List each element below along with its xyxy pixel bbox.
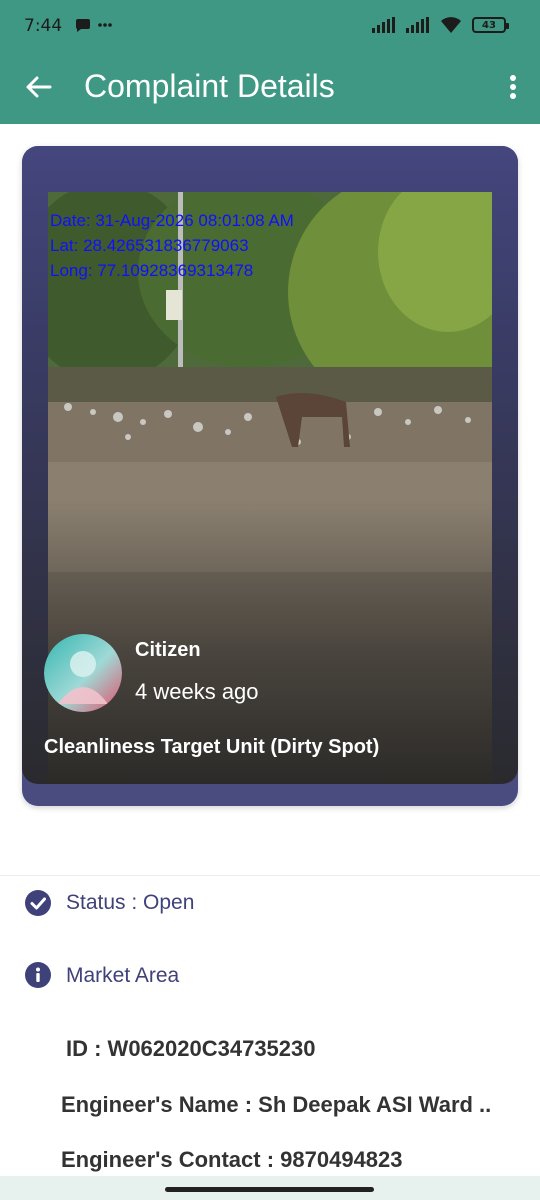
system-icons: 43 [372,16,509,34]
home-gesture-handle[interactable] [165,1187,374,1192]
status-time: 7:44 [24,16,63,36]
user-avatar-icon [44,634,122,712]
notification-icons [74,15,114,40]
avatar [44,634,122,712]
complaint-category: Cleanliness Target Unit (Dirty Spot) [44,736,380,758]
info-icon [24,961,52,989]
check-circle-icon [24,889,52,917]
wifi-icon [441,17,461,33]
app-bar: Complaint Details [0,52,540,124]
photo-date-stamp: Date: 31-Aug-2026 08:01:08 AM [50,211,294,230]
reported-time: 4 weeks ago [135,679,259,704]
engineer-contact[interactable]: Engineer's Contact : 9870494823 [61,1147,403,1173]
more-vert-icon [510,75,516,99]
signal-icon-2 [406,17,429,33]
reporter-role: Citizen [135,639,201,661]
photo-lat-stamp: Lat: 28.4265318367790​63 [50,236,249,255]
arrow-left-icon [26,76,52,98]
chat-icon [75,19,112,32]
status-bar: 7:44 43 [0,0,540,52]
signal-icon [372,17,395,33]
complaint-card[interactable]: Date: 31-Aug-2026 08:01:08 AM Lat: 28.42… [22,146,518,806]
navigation-bar [0,1176,540,1200]
area-text: Market Area [66,964,180,987]
back-button[interactable] [22,70,56,104]
engineer-name: Engineer's Name : Sh Deepak ASI Ward .. [61,1092,492,1117]
complaint-id: ID : W062020C34735230 [66,1036,316,1061]
more-options-button[interactable] [500,70,526,104]
battery-icon: 43 [472,17,509,33]
status-text: Status : Open [66,891,195,914]
page-title: Complaint Details [84,68,335,104]
photo-long-stamp: Long: 77.10928369313478 [50,261,254,280]
card-content: Date: 31-Aug-2026 08:01:08 AM Lat: 28.42… [22,146,518,784]
divider [0,875,540,876]
